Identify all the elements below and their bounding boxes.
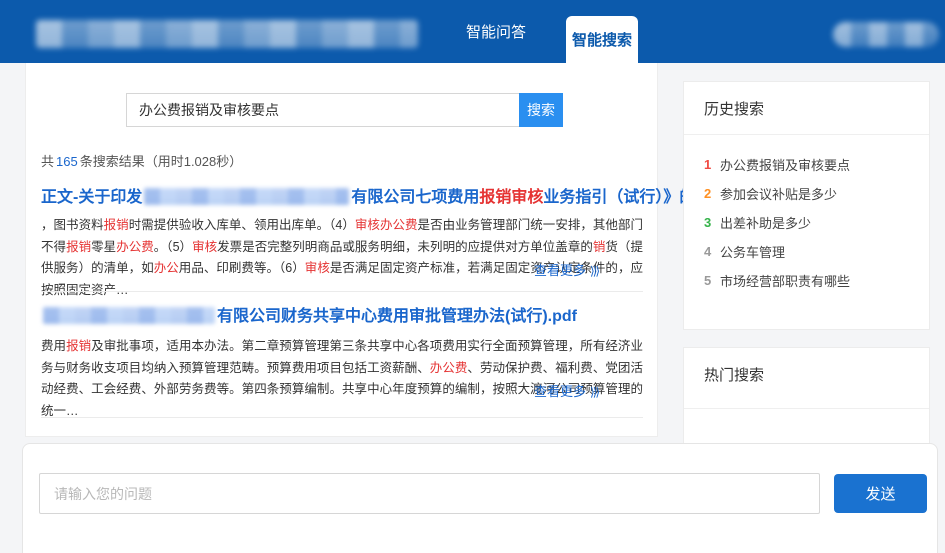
rank-number: 2	[704, 186, 720, 201]
hot-search-title: 热门搜索	[704, 364, 764, 385]
divider	[684, 408, 929, 409]
triple-chevron-icon: ⟩⟩⟩	[586, 264, 598, 278]
redacted-text	[144, 188, 349, 205]
search-input[interactable]	[126, 93, 519, 127]
history-item-label: 参加会议补贴是多少	[720, 184, 837, 203]
history-search-list: 1 办公费报销及审核要点 2 参加会议补贴是多少 3 出差补助是多少 4 公务车…	[704, 150, 850, 295]
history-search-panel: 历史搜索 1 办公费报销及审核要点 2 参加会议补贴是多少 3 出差补助是多少 …	[683, 81, 930, 330]
tab-smart-search[interactable]: 智能搜索	[566, 16, 638, 63]
redacted-user-info	[833, 22, 939, 47]
history-item[interactable]: 3 出差补助是多少	[704, 208, 850, 237]
search-button[interactable]: 搜索	[519, 93, 563, 127]
rank-number: 5	[704, 273, 720, 288]
history-item-label: 公务车管理	[720, 242, 785, 261]
history-item-label: 市场经营部职责有哪些	[720, 271, 850, 290]
question-input-panel: 发送	[22, 443, 938, 553]
rank-number: 4	[704, 244, 720, 259]
search-results-panel: 搜索 共165条搜索结果（用时1.028秒） 正文-关于印发有限公司七项费用报销…	[25, 63, 658, 437]
view-more-link[interactable]: 查看更多⟩⟩⟩	[534, 260, 598, 279]
history-item-label: 办公费报销及审核要点	[720, 155, 850, 174]
view-more-link[interactable]: 查看更多⟩⟩⟩	[534, 381, 598, 400]
tab-smart-qa[interactable]: 智能问答	[446, 0, 546, 63]
result-divider	[41, 417, 643, 418]
redacted-text	[43, 307, 215, 324]
results-count: 共165条搜索结果（用时1.028秒）	[41, 151, 242, 170]
result-snippet: ，图书资料报销时需提供验收入库单、领用出库单。（4）审核办公费是否由业务管理部门…	[41, 215, 643, 301]
hot-search-panel: 热门搜索	[683, 347, 930, 457]
history-item-label: 出差补助是多少	[720, 213, 811, 232]
results-count-suffix: 条搜索结果（用时1.028秒）	[80, 154, 243, 169]
history-item[interactable]: 2 参加会议补贴是多少	[704, 179, 850, 208]
result-divider	[41, 291, 643, 292]
results-count-prefix: 共	[41, 154, 54, 169]
header-bar: 智能问答 智能搜索	[0, 0, 945, 63]
divider	[684, 134, 929, 135]
tab-smart-qa-label: 智能问答	[466, 21, 526, 42]
rank-number: 1	[704, 157, 720, 172]
view-more-label: 查看更多	[534, 384, 586, 399]
rank-number: 3	[704, 215, 720, 230]
triple-chevron-icon: ⟩⟩⟩	[586, 385, 598, 399]
history-item[interactable]: 4 公务车管理	[704, 237, 850, 266]
redacted-logo	[36, 20, 418, 48]
history-item[interactable]: 1 办公费报销及审核要点	[704, 150, 850, 179]
send-button[interactable]: 发送	[834, 474, 927, 513]
history-search-title: 历史搜索	[704, 98, 764, 119]
question-input[interactable]	[39, 473, 820, 514]
history-item[interactable]: 5 市场经营部职责有哪些	[704, 266, 850, 295]
results-count-number: 165	[54, 154, 80, 169]
result-snippet: 费用报销及审批事项，适用本办法。第二章预算管理第三条共享中心各项费用实行全面预算…	[41, 336, 643, 422]
tab-smart-search-label: 智能搜索	[572, 29, 632, 50]
result-title-link[interactable]: 有限公司财务共享中心费用审批管理办法(试行).pdf	[41, 306, 641, 328]
view-more-label: 查看更多	[534, 263, 586, 278]
result-title-link[interactable]: 正文-关于印发有限公司七项费用报销审核业务指引（试行）》的通知.pdf	[41, 187, 641, 209]
